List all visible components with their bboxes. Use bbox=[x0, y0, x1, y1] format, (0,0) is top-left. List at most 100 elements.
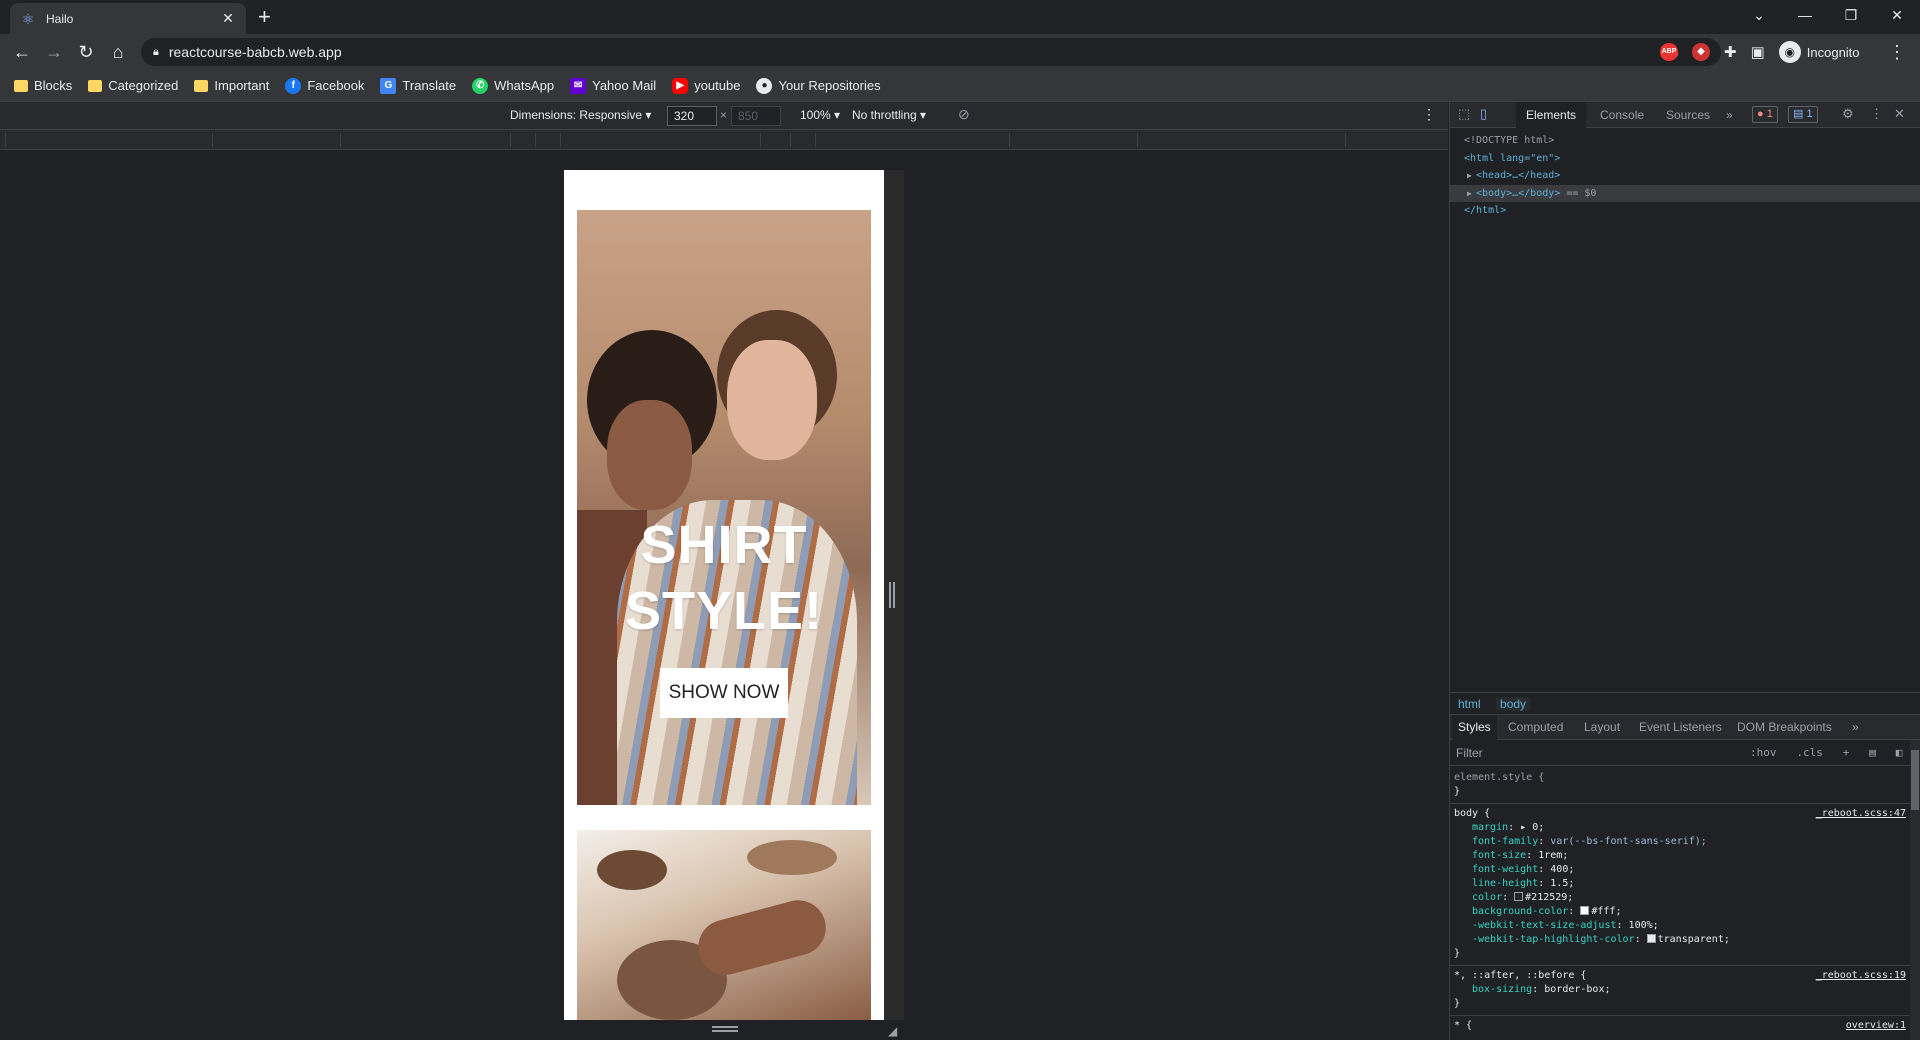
bookmark-facebook[interactable]: f Facebook bbox=[285, 77, 364, 94]
hero-title-line: SHIRT bbox=[640, 515, 808, 575]
bookmark-youtube[interactable]: ▶ youtube bbox=[672, 77, 740, 94]
css-declaration[interactable]: -webkit-text-size-adjust: 100%; bbox=[1454, 919, 1906, 933]
lock-icon[interactable]: 🔒︎ bbox=[153, 46, 159, 59]
tab-layout[interactable]: Layout bbox=[1584, 715, 1620, 740]
add-rule-icon[interactable]: + bbox=[1843, 746, 1850, 759]
bookmark-blocks[interactable]: Blocks bbox=[14, 78, 72, 93]
browser-menu-icon[interactable]: ⋮ bbox=[1888, 34, 1906, 70]
browser-tab[interactable]: ⚛ Hailo ✕ bbox=[10, 3, 246, 34]
tab-computed[interactable]: Computed bbox=[1508, 715, 1563, 740]
youtube-icon: ▶ bbox=[672, 77, 689, 94]
device-toolbar-icon[interactable]: ▯ bbox=[1480, 106, 1487, 122]
hov-toggle[interactable]: :hov bbox=[1750, 746, 1777, 759]
tab-sources[interactable]: Sources bbox=[1666, 102, 1710, 128]
devtools-menu-icon[interactable]: ⋮ bbox=[1870, 106, 1883, 122]
rotate-icon[interactable]: ⊘ bbox=[958, 106, 970, 123]
side-panel-icon[interactable]: ▣ bbox=[1751, 43, 1765, 61]
dom-line[interactable]: ▶ <head>…</head> bbox=[1450, 167, 1920, 185]
forward-button[interactable]: → bbox=[40, 34, 68, 70]
bookmark-whatsapp[interactable]: ✆ WhatsApp bbox=[472, 77, 554, 94]
tab-console[interactable]: Console bbox=[1600, 102, 1644, 128]
home-button[interactable]: ⌂ bbox=[104, 34, 132, 70]
tab-event-listeners[interactable]: Event Listeners bbox=[1639, 715, 1722, 740]
zoom-dropdown[interactable]: 100% ▾ bbox=[800, 108, 840, 122]
window-controls: ⌄ — ❐ ✕ bbox=[1736, 0, 1920, 30]
tab-elements[interactable]: Elements bbox=[1516, 102, 1587, 128]
height-input[interactable]: 850 bbox=[731, 106, 781, 126]
source-link[interactable]: _reboot.scss:19 bbox=[1816, 969, 1906, 983]
extension-icon[interactable]: ◆ bbox=[1692, 43, 1710, 61]
color-swatch[interactable] bbox=[1514, 892, 1524, 901]
cls-toggle[interactable]: .cls bbox=[1796, 746, 1823, 759]
element-style-rule[interactable]: element.style { } bbox=[1450, 768, 1910, 804]
dom-line-selected[interactable]: ▶ <body>…</body> == $0 bbox=[1450, 184, 1920, 203]
tab-search-icon[interactable]: ⌄ bbox=[1736, 0, 1782, 30]
color-swatch[interactable] bbox=[1580, 906, 1590, 915]
styles-filter-input[interactable]: Filter bbox=[1456, 740, 1483, 766]
body-style-rule[interactable]: _reboot.scss:47 body { margin: ▸ 0; font… bbox=[1450, 804, 1910, 966]
css-declaration[interactable]: color: #212529; bbox=[1454, 891, 1906, 905]
show-now-button[interactable]: SHOW NOW bbox=[660, 668, 788, 718]
inspect-element-icon[interactable]: ⬚ bbox=[1458, 106, 1470, 122]
bookmark-important[interactable]: Important bbox=[194, 78, 269, 93]
breadcrumb-html[interactable]: html bbox=[1458, 697, 1481, 711]
width-input[interactable]: 320 bbox=[667, 106, 717, 126]
more-tabs-icon[interactable]: » bbox=[1726, 102, 1733, 128]
css-declaration[interactable]: margin: ▸ 0; bbox=[1454, 821, 1906, 835]
reload-button[interactable]: ↻ bbox=[72, 34, 100, 70]
settings-gear-icon[interactable]: ⚙ bbox=[1842, 106, 1854, 122]
minimize-button[interactable]: — bbox=[1782, 0, 1828, 30]
toggle-sidebar-icon[interactable]: ◧ bbox=[1896, 746, 1903, 759]
dom-line[interactable]: </html> bbox=[1450, 202, 1920, 220]
url-text[interactable]: reactcourse-babcb.web.app bbox=[169, 44, 342, 60]
css-declaration[interactable]: font-size: 1rem; bbox=[1454, 849, 1906, 863]
back-button[interactable]: ← bbox=[8, 34, 36, 70]
more-subtabs-icon[interactable]: » bbox=[1852, 715, 1859, 740]
source-link[interactable]: _reboot.scss:47 bbox=[1816, 807, 1906, 821]
bookmark-translate[interactable]: G Translate bbox=[380, 77, 456, 94]
dom-line[interactable]: <!DOCTYPE html> bbox=[1450, 132, 1920, 150]
tab-dom-breakpoints[interactable]: DOM Breakpoints bbox=[1737, 715, 1832, 740]
universal-style-rule[interactable]: _reboot.scss:19 *, ::after, ::before { b… bbox=[1450, 966, 1910, 1016]
tab-styles[interactable]: Styles bbox=[1452, 715, 1497, 740]
throttling-dropdown[interactable]: No throttling ▾ bbox=[852, 108, 926, 122]
close-tab-icon[interactable]: ✕ bbox=[220, 10, 236, 27]
adblock-plus-icon[interactable]: ABP bbox=[1660, 43, 1678, 61]
expand-triangle-icon[interactable]: ▶ bbox=[1467, 185, 1472, 203]
resize-corner-icon[interactable]: ◢ bbox=[888, 1024, 897, 1038]
expand-triangle-icon[interactable]: ▶ bbox=[1467, 167, 1472, 185]
restore-button[interactable]: ❐ bbox=[1828, 0, 1874, 30]
resize-handle-right[interactable] bbox=[889, 582, 895, 608]
resize-handle-bottom[interactable] bbox=[712, 1026, 738, 1032]
css-declaration[interactable]: -webkit-tap-highlight-color: transparent… bbox=[1454, 933, 1906, 947]
bookmark-your-repositories[interactable]: ● Your Repositories bbox=[756, 77, 881, 94]
device-more-options-icon[interactable]: ⋮ bbox=[1422, 106, 1436, 123]
css-declaration[interactable]: background-color: #fff; bbox=[1454, 905, 1906, 919]
folder-icon bbox=[194, 79, 209, 92]
puzzle-extensions-icon[interactable]: ✚ bbox=[1724, 43, 1737, 61]
hero-title-line: STYLE! bbox=[624, 581, 823, 641]
bookmark-categorized[interactable]: Categorized bbox=[88, 78, 178, 93]
css-declaration[interactable]: font-weight: 400; bbox=[1454, 863, 1906, 877]
dom-line[interactable]: <html lang="en"> bbox=[1450, 150, 1920, 168]
media-query-ruler[interactable] bbox=[0, 130, 1448, 150]
css-declaration[interactable]: line-height: 1.5; bbox=[1454, 877, 1906, 891]
address-bar[interactable]: 🔒︎ reactcourse-babcb.web.app ◎ ★ bbox=[141, 38, 1721, 66]
css-declaration[interactable]: box-sizing: border-box; bbox=[1454, 983, 1906, 997]
styles-scrollbar[interactable] bbox=[1910, 740, 1920, 1040]
dimensions-dropdown[interactable]: Dimensions: Responsive ▾ bbox=[510, 108, 651, 122]
close-window-button[interactable]: ✕ bbox=[1874, 0, 1920, 30]
star-style-rule[interactable]: overview:1 * { bbox=[1450, 1016, 1910, 1037]
breadcrumb-body[interactable]: body bbox=[1496, 697, 1531, 711]
paint-icon[interactable]: ▤ bbox=[1869, 746, 1876, 759]
css-declaration[interactable]: font-family: var(--bs-font-sans-serif); bbox=[1454, 835, 1906, 849]
source-link[interactable]: overview:1 bbox=[1846, 1019, 1906, 1033]
close-devtools-icon[interactable]: ✕ bbox=[1894, 106, 1905, 122]
color-swatch[interactable] bbox=[1646, 934, 1656, 943]
incognito-profile[interactable]: ◉ Incognito bbox=[1778, 41, 1860, 63]
error-count-badge[interactable]: ● 1 bbox=[1752, 106, 1778, 123]
message-count-badge[interactable]: ▤ 1 bbox=[1788, 106, 1818, 123]
scrollbar-thumb[interactable] bbox=[1911, 750, 1919, 810]
bookmark-yahoo-mail[interactable]: ✉ Yahoo Mail bbox=[570, 77, 656, 94]
new-tab-button[interactable]: + bbox=[258, 5, 271, 29]
